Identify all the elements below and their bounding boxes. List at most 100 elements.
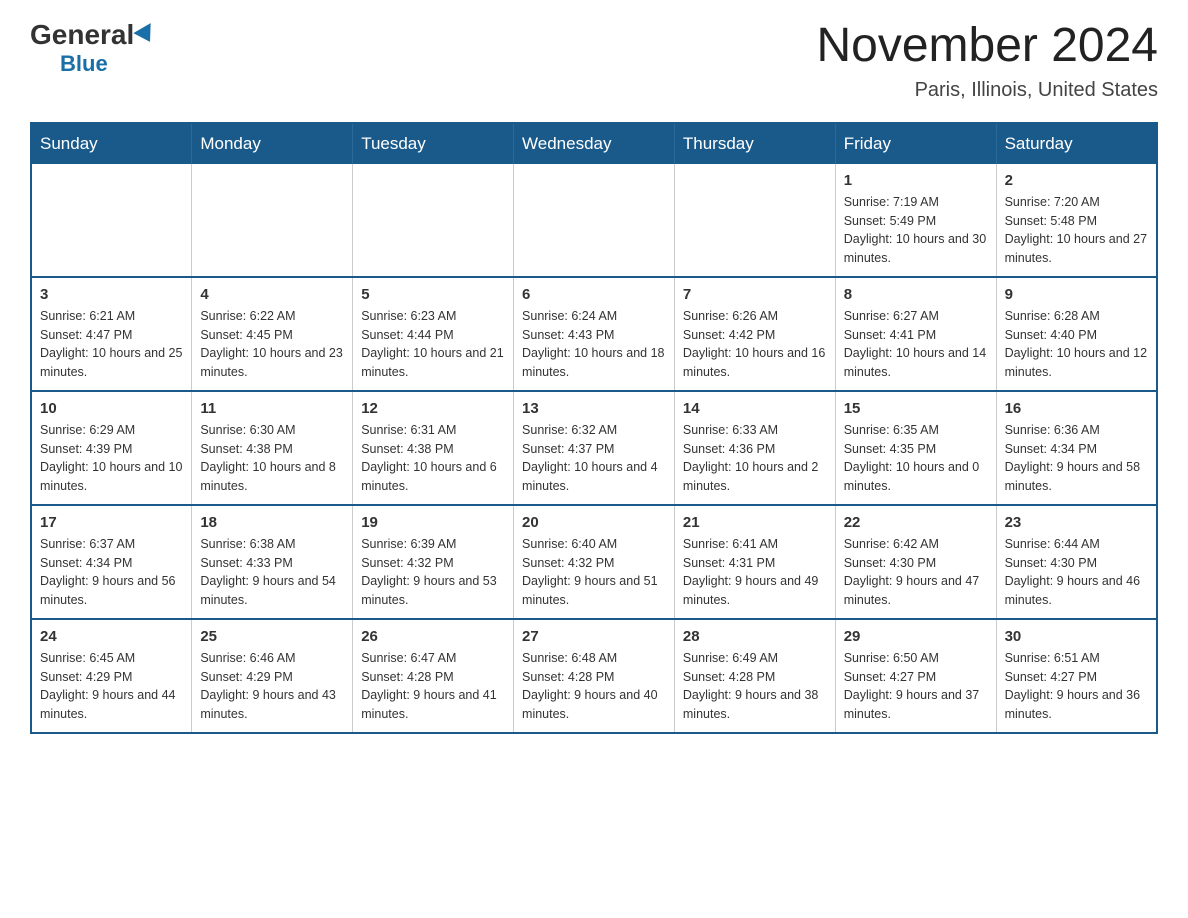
- day-number: 4: [200, 286, 344, 303]
- calendar-cell: 8Sunrise: 6:27 AMSunset: 4:41 PMDaylight…: [835, 277, 996, 391]
- calendar-week-row: 3 Sunrise: 6:21 AMSunset: 4:47 PMDaylight…: [31, 277, 1157, 391]
- calendar-cell: 1 Sunrise: 7:19 AMSunset: 5:49 PMDaylight…: [835, 164, 996, 277]
- calendar-cell: [31, 164, 192, 277]
- day-number: 13: [522, 400, 666, 417]
- day-info: Sunrise: 6:46 AMSunset: 4:29 PMDaylight:…: [200, 649, 344, 724]
- day-number: 3: [40, 286, 183, 303]
- calendar-cell: 28 Sunrise: 6:49 AMSunset: 4:28 PMDayligh…: [674, 619, 835, 733]
- day-info: Sunrise: 6:40 AMSunset: 4:32 PMDaylight:…: [522, 535, 666, 610]
- calendar-cell: [192, 164, 353, 277]
- day-info: Sunrise: 6:33 AMSunset: 4:36 PMDaylight:…: [683, 421, 827, 496]
- day-info: Sunrise: 6:32 AMSunset: 4:37 PMDaylight:…: [522, 421, 666, 496]
- logo: General Blue: [30, 20, 156, 77]
- day-info: Sunrise: 6:38 AMSunset: 4:33 PMDaylight:…: [200, 535, 344, 610]
- day-number: 9: [1005, 286, 1148, 303]
- calendar-cell: 26Sunrise: 6:47 AMSunset: 4:28 PMDayligh…: [353, 619, 514, 733]
- day-info: Sunrise: 6:29 AMSunset: 4:39 PMDaylight:…: [40, 421, 183, 496]
- calendar-cell: 27Sunrise: 6:48 AMSunset: 4:28 PMDayligh…: [514, 619, 675, 733]
- col-tuesday: Tuesday: [353, 123, 514, 164]
- day-number: 28: [683, 628, 827, 645]
- calendar-cell: [514, 164, 675, 277]
- day-number: 29: [844, 628, 988, 645]
- col-monday: Monday: [192, 123, 353, 164]
- day-number: 16: [1005, 400, 1148, 417]
- calendar-cell: 20Sunrise: 6:40 AMSunset: 4:32 PMDayligh…: [514, 505, 675, 619]
- calendar-cell: 21Sunrise: 6:41 AMSunset: 4:31 PMDayligh…: [674, 505, 835, 619]
- location-text: Paris, Illinois, United States: [816, 79, 1158, 102]
- day-number: 19: [361, 514, 505, 531]
- day-info: Sunrise: 6:24 AMSunset: 4:43 PMDaylight:…: [522, 307, 666, 382]
- day-number: 1: [844, 172, 988, 189]
- calendar-cell: 24Sunrise: 6:45 AMSunset: 4:29 PMDayligh…: [31, 619, 192, 733]
- day-info: Sunrise: 6:21 AMSunset: 4:47 PMDaylight:…: [40, 307, 183, 382]
- day-info: Sunrise: 6:47 AMSunset: 4:28 PMDaylight:…: [361, 649, 505, 724]
- day-number: 5: [361, 286, 505, 303]
- day-number: 25: [200, 628, 344, 645]
- day-info: Sunrise: 6:22 AMSunset: 4:45 PMDaylight:…: [200, 307, 344, 382]
- calendar-cell: 15Sunrise: 6:35 AMSunset: 4:35 PMDayligh…: [835, 391, 996, 505]
- calendar-week-row: 1 Sunrise: 7:19 AMSunset: 5:49 PMDaylight…: [31, 164, 1157, 277]
- day-info: Sunrise: 6:49 AMSunset: 4:28 PMDaylight:…: [683, 649, 827, 724]
- day-number: 12: [361, 400, 505, 417]
- calendar-cell: [353, 164, 514, 277]
- day-number: 10: [40, 400, 183, 417]
- month-title: November 2024: [816, 20, 1158, 73]
- day-info: Sunrise: 7:20 AMSunset: 5:48 PMDaylight:…: [1005, 193, 1148, 268]
- calendar-cell: 10 Sunrise: 6:29 AMSunset: 4:39 PMDayligh…: [31, 391, 192, 505]
- day-info: Sunrise: 6:26 AMSunset: 4:42 PMDaylight:…: [683, 307, 827, 382]
- calendar-cell: 2 Sunrise: 7:20 AMSunset: 5:48 PMDaylight…: [996, 164, 1157, 277]
- calendar-cell: 13 Sunrise: 6:32 AMSunset: 4:37 PMDayligh…: [514, 391, 675, 505]
- calendar-cell: 6 Sunrise: 6:24 AMSunset: 4:43 PMDaylight…: [514, 277, 675, 391]
- col-thursday: Thursday: [674, 123, 835, 164]
- day-info: Sunrise: 7:19 AMSunset: 5:49 PMDaylight:…: [844, 193, 988, 268]
- calendar-cell: 16 Sunrise: 6:36 AMSunset: 4:34 PMDayligh…: [996, 391, 1157, 505]
- calendar-week-row: 24Sunrise: 6:45 AMSunset: 4:29 PMDayligh…: [31, 619, 1157, 733]
- calendar-cell: 5 Sunrise: 6:23 AMSunset: 4:44 PMDaylight…: [353, 277, 514, 391]
- calendar-week-row: 10 Sunrise: 6:29 AMSunset: 4:39 PMDayligh…: [31, 391, 1157, 505]
- logo-blue-text: Blue: [60, 51, 108, 77]
- day-number: 21: [683, 514, 827, 531]
- calendar-cell: 7Sunrise: 6:26 AMSunset: 4:42 PMDaylight…: [674, 277, 835, 391]
- day-info: Sunrise: 6:44 AMSunset: 4:30 PMDaylight:…: [1005, 535, 1148, 610]
- calendar-header-row: Sunday Monday Tuesday Wednesday Thursday…: [31, 123, 1157, 164]
- day-number: 15: [844, 400, 988, 417]
- calendar-cell: 19 Sunrise: 6:39 AMSunset: 4:32 PMDayligh…: [353, 505, 514, 619]
- calendar-cell: 14 Sunrise: 6:33 AMSunset: 4:36 PMDayligh…: [674, 391, 835, 505]
- calendar-table: Sunday Monday Tuesday Wednesday Thursday…: [30, 122, 1158, 734]
- calendar-week-row: 17 Sunrise: 6:37 AMSunset: 4:34 PMDayligh…: [31, 505, 1157, 619]
- day-info: Sunrise: 6:27 AMSunset: 4:41 PMDaylight:…: [844, 307, 988, 382]
- day-info: Sunrise: 6:28 AMSunset: 4:40 PMDaylight:…: [1005, 307, 1148, 382]
- day-info: Sunrise: 6:50 AMSunset: 4:27 PMDaylight:…: [844, 649, 988, 724]
- logo-triangle-icon: [134, 23, 159, 47]
- day-number: 14: [683, 400, 827, 417]
- day-number: 6: [522, 286, 666, 303]
- title-area: November 2024 Paris, Illinois, United St…: [816, 20, 1158, 102]
- day-info: Sunrise: 6:37 AMSunset: 4:34 PMDaylight:…: [40, 535, 183, 610]
- calendar-cell: 11Sunrise: 6:30 AMSunset: 4:38 PMDayligh…: [192, 391, 353, 505]
- calendar-cell: 29 Sunrise: 6:50 AMSunset: 4:27 PMDayligh…: [835, 619, 996, 733]
- day-info: Sunrise: 6:51 AMSunset: 4:27 PMDaylight:…: [1005, 649, 1148, 724]
- day-number: 17: [40, 514, 183, 531]
- calendar-cell: 18 Sunrise: 6:38 AMSunset: 4:33 PMDayligh…: [192, 505, 353, 619]
- col-friday: Friday: [835, 123, 996, 164]
- day-number: 18: [200, 514, 344, 531]
- calendar-cell: 22Sunrise: 6:42 AMSunset: 4:30 PMDayligh…: [835, 505, 996, 619]
- page-header: General Blue November 2024 Paris, Illino…: [30, 20, 1158, 102]
- calendar-cell: 17 Sunrise: 6:37 AMSunset: 4:34 PMDayligh…: [31, 505, 192, 619]
- calendar-cell: 4 Sunrise: 6:22 AMSunset: 4:45 PMDaylight…: [192, 277, 353, 391]
- day-info: Sunrise: 6:36 AMSunset: 4:34 PMDaylight:…: [1005, 421, 1148, 496]
- day-number: 27: [522, 628, 666, 645]
- col-saturday: Saturday: [996, 123, 1157, 164]
- calendar-cell: 3 Sunrise: 6:21 AMSunset: 4:47 PMDaylight…: [31, 277, 192, 391]
- day-number: 2: [1005, 172, 1148, 189]
- calendar-cell: 9 Sunrise: 6:28 AMSunset: 4:40 PMDaylight…: [996, 277, 1157, 391]
- day-info: Sunrise: 6:39 AMSunset: 4:32 PMDaylight:…: [361, 535, 505, 610]
- day-info: Sunrise: 6:23 AMSunset: 4:44 PMDaylight:…: [361, 307, 505, 382]
- calendar-cell: 25 Sunrise: 6:46 AMSunset: 4:29 PMDayligh…: [192, 619, 353, 733]
- day-info: Sunrise: 6:42 AMSunset: 4:30 PMDaylight:…: [844, 535, 988, 610]
- logo-general-text: General: [30, 20, 156, 51]
- day-number: 24: [40, 628, 183, 645]
- calendar-cell: 23Sunrise: 6:44 AMSunset: 4:30 PMDayligh…: [996, 505, 1157, 619]
- day-info: Sunrise: 6:31 AMSunset: 4:38 PMDaylight:…: [361, 421, 505, 496]
- col-wednesday: Wednesday: [514, 123, 675, 164]
